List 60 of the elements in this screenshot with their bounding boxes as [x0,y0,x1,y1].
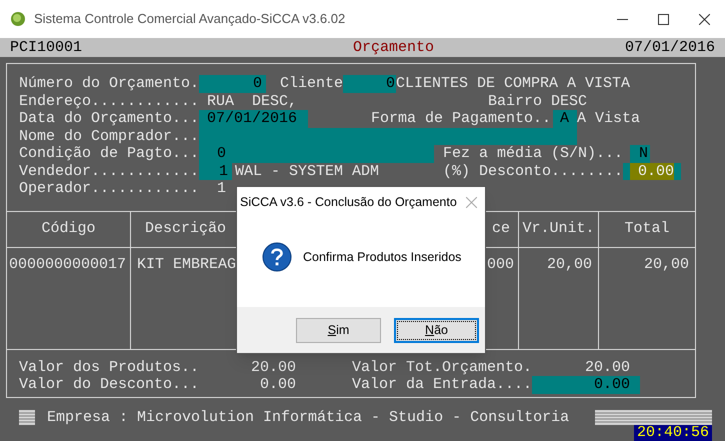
operator-value: 1 [217,180,226,198]
total-label: Valor da Entrada.... [352,376,532,394]
total-label: Valor do Desconto... [19,376,199,394]
column-header: Código [41,220,96,238]
input-field[interactable]: A [553,110,577,128]
table-cell-text: 0000000000017 [8,256,128,274]
field-label: Data do Orçamento... [19,110,199,128]
field-label: Fez a média (S/N)... [443,145,624,162]
total-value: 0.00 [258,376,296,394]
hatch-icon [595,410,712,425]
input-field[interactable] [199,128,577,145]
field-label: Condição de Pagto... [19,145,199,162]
input-field[interactable]: N [630,145,650,162]
address-value: RUA DESC, [206,92,298,110]
dialog-title: SiCCA v3.6 - Conclusão do Orçamento [240,194,457,211]
close-icon[interactable] [699,14,710,24]
dialog-button[interactable]: Sim [296,318,381,342]
question-icon [262,242,292,272]
field-label: Nome do Comprador... [19,128,199,145]
company-text: Empresa : Microvolution Informática - Studio - Consultoria [47,409,570,426]
field-label: Número do Orçamento. [19,75,199,92]
field-label: (%) Desconto........ [443,162,623,180]
table-cell: 000 [486,256,514,274]
input-field[interactable]: 0 [199,75,266,92]
clock: 20:40:56 [634,425,712,441]
neighborhood-value: Bairro DESC [488,92,588,110]
input-field[interactable]: 0.00 [532,376,640,394]
dialog-button[interactable]: Não [394,318,479,342]
input-field[interactable]: 0.00 [623,162,681,180]
table-cell: 20,00 [546,256,592,274]
window-title: Sistema Controle Comercial Avançado-SiCCA v3.6.02 [34,10,346,28]
app-logo-icon [10,11,26,27]
screen-title: Orçamento [352,38,434,56]
screen-code: PCI10001 [10,38,82,56]
dialog-message: Confirma Produtos Inseridos [303,248,462,266]
payment-name: A Vista [577,110,640,128]
column-header: ce [492,220,510,238]
field-label: Endereço............ [19,92,199,110]
column-header: Total [624,220,670,238]
hatch-icon [19,410,35,425]
seller-name: WAL - SYSTEM ADM [235,162,380,180]
input-field[interactable]: 1 [199,162,232,180]
table-cell: 20,00 [644,256,689,274]
field-label: Vendedor............ [19,162,199,180]
total-label: Valor dos Produtos.. [19,358,199,376]
header-date: 07/01/2016 [624,38,715,56]
column-header: Descrição [145,220,226,238]
field-label: Cliente [280,75,343,92]
input-field[interactable]: 0 [199,145,434,162]
input-field[interactable]: 0 [343,75,396,92]
column-header: Vr.Unit. [522,220,594,238]
field-label: Operador............ [19,180,199,198]
total-value: 20.00 [584,358,630,376]
input-field[interactable]: 07/01/2016 [199,110,308,128]
total-value: 20.00 [250,358,296,376]
client-name: CLIENTES DE COMPRA A VISTA [396,75,630,92]
total-label: Valor Tot.Orçamento. [352,358,532,376]
maximize-icon[interactable] [658,14,669,24]
table-cell: KIT EMBREAG [137,256,236,274]
field-label: Forma de Pagamento.. [371,110,552,128]
